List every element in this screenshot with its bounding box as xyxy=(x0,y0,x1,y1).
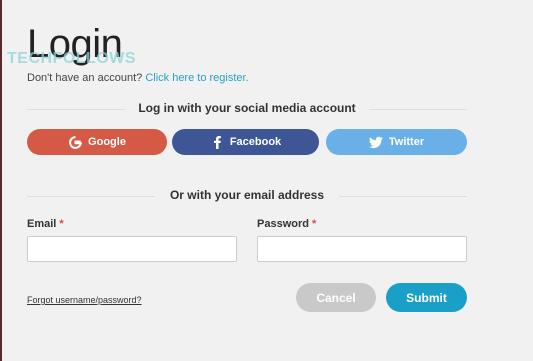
social-heading: Log in with your social media account xyxy=(138,101,356,115)
submit-button[interactable]: Submit xyxy=(386,283,467,312)
facebook-label: Facebook xyxy=(229,136,282,148)
twitter-icon xyxy=(368,135,383,149)
register-prompt-text: Don't have an account? xyxy=(27,72,143,84)
password-label: Password * xyxy=(257,218,316,230)
forgot-credentials-link[interactable]: Forgot username/password? xyxy=(27,295,142,305)
email-section-heading: Or with your email address xyxy=(27,188,467,204)
password-label-text: Password xyxy=(257,218,309,230)
email-input[interactable] xyxy=(27,236,237,262)
password-input[interactable] xyxy=(257,236,467,262)
email-label: Email * xyxy=(27,218,64,230)
cancel-button[interactable]: Cancel xyxy=(296,283,376,312)
facebook-icon xyxy=(210,135,224,149)
email-label-text: Email xyxy=(27,218,57,230)
required-marker: * xyxy=(312,218,317,230)
watermark-logo: TECHFOLLOWS xyxy=(7,50,137,67)
google-login-button[interactable]: Google xyxy=(27,129,167,155)
google-icon xyxy=(68,135,82,149)
social-buttons: Google Facebook Twitter xyxy=(27,129,467,155)
twitter-login-button[interactable]: Twitter xyxy=(326,129,467,155)
required-marker: * xyxy=(59,218,64,230)
register-link[interactable]: Click here to register. xyxy=(145,72,248,84)
window-edge xyxy=(0,0,2,361)
twitter-label: Twitter xyxy=(388,136,425,148)
social-section-heading: Log in with your social media account xyxy=(27,101,467,117)
email-heading: Or with your email address xyxy=(169,188,325,202)
register-prompt: Don't have an account? Click here to reg… xyxy=(27,72,249,84)
google-label: Google xyxy=(88,136,126,148)
facebook-login-button[interactable]: Facebook xyxy=(172,129,319,155)
